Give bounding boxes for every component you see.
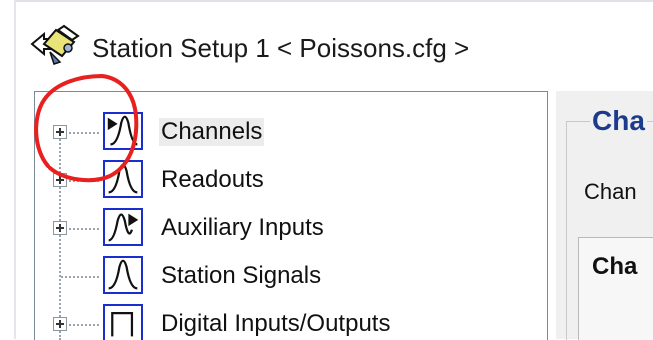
tree-branch-line bbox=[69, 228, 99, 230]
tree-item-auxiliary-inputs[interactable]: Auxiliary Inputs bbox=[35, 206, 547, 250]
tree-branch-line bbox=[61, 276, 99, 278]
window-title: Station Setup 1 < Poissons.cfg > bbox=[92, 33, 470, 63]
groupbox-description: Chan bbox=[584, 179, 637, 204]
tree-item-label: Auxiliary Inputs bbox=[161, 214, 324, 241]
signal-wave-icon bbox=[103, 112, 143, 150]
expand-icon[interactable] bbox=[53, 173, 67, 187]
signal-wave-icon bbox=[103, 208, 143, 246]
digital-signal-icon bbox=[103, 304, 143, 340]
groupbox-title: Cha bbox=[590, 105, 647, 137]
tree-item-label: Digital Inputs/Outputs bbox=[161, 310, 391, 337]
window-top-border bbox=[14, 0, 653, 2]
window-left-border bbox=[14, 0, 16, 339]
signal-wave-icon bbox=[103, 256, 143, 294]
tree-item-channels[interactable]: Channels bbox=[35, 110, 547, 154]
settings-panel: Cha Chan Cha bbox=[556, 91, 653, 340]
signal-wave-icon bbox=[103, 160, 143, 198]
tree-item-station-signals[interactable]: Station Signals bbox=[35, 254, 547, 298]
station-setup-icon bbox=[30, 24, 80, 65]
tree-item-label: Readouts bbox=[161, 166, 264, 193]
expand-icon[interactable] bbox=[53, 317, 67, 331]
tree-branch-line bbox=[69, 132, 99, 134]
window-titlebar: Station Setup 1 < Poissons.cfg > bbox=[0, 0, 653, 339]
tab-channels[interactable]: Cha bbox=[592, 253, 637, 281]
station-tree[interactable]: Channels Readouts Auxiliary Inputs Stati… bbox=[34, 91, 548, 340]
expand-icon[interactable] bbox=[53, 125, 67, 139]
tree-item-label: Channels bbox=[159, 118, 265, 146]
expand-icon[interactable] bbox=[53, 221, 67, 235]
tree-branch-line bbox=[69, 180, 99, 182]
tree-item-readouts[interactable]: Readouts bbox=[35, 158, 547, 202]
tree-branch-line bbox=[69, 324, 99, 326]
tree-item-digital-io[interactable]: Digital Inputs/Outputs bbox=[35, 302, 547, 340]
tree-item-label: Station Signals bbox=[161, 262, 322, 289]
